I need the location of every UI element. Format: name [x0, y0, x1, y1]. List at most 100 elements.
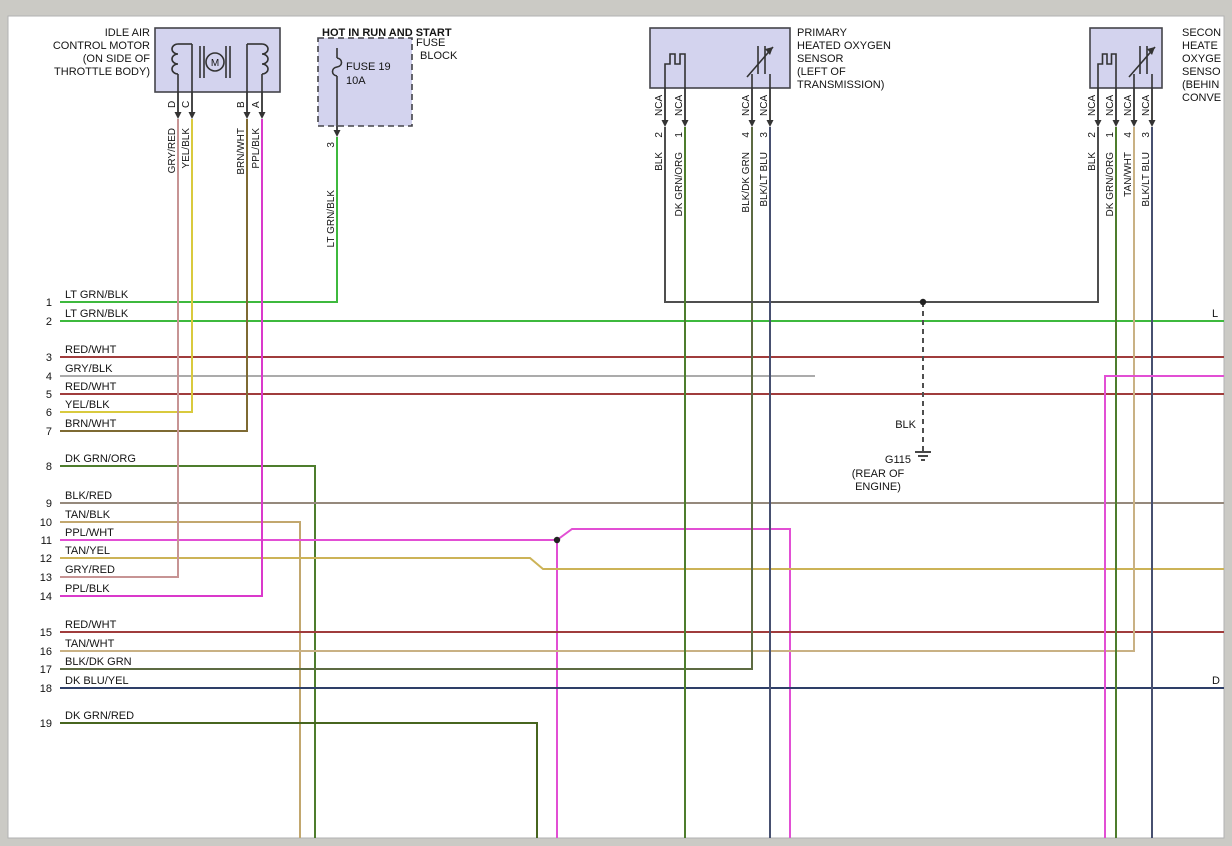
- row-wire-label: YEL/BLK: [65, 399, 110, 411]
- row-wire-label: LT GRN/BLK: [65, 308, 129, 320]
- row-number: 17: [40, 664, 52, 676]
- row-number: 11: [41, 535, 52, 547]
- fuse-block-side-label: FUSE: [416, 37, 445, 49]
- pin-number-label: 4: [741, 132, 752, 138]
- pin-letter-label: D: [167, 101, 178, 108]
- diagram-window: G115 BLK (REAR OFENGINE) IDLE AIRCONTROL MO…: [0, 0, 1232, 846]
- row-wire-label: RED/WHT: [65, 344, 117, 356]
- row-number: 6: [46, 407, 52, 419]
- row-wire-label: DK GRN/ORG: [65, 453, 136, 465]
- row-number: 15: [40, 627, 52, 639]
- primary-o2-title: TRANSMISSION): [797, 79, 884, 91]
- wire-color-label: TAN/WHT: [1123, 152, 1134, 197]
- row-number: 1: [46, 297, 52, 309]
- pin-number-label: 3: [1141, 132, 1152, 138]
- ground-note: ENGINE): [855, 481, 901, 493]
- row-number: 3: [46, 352, 52, 364]
- pin-nca-label: NCA: [654, 95, 665, 116]
- row-number: 16: [40, 646, 52, 658]
- row-number: 12: [40, 553, 52, 565]
- row-right-edge-label: L: [1212, 308, 1218, 320]
- wire-color-label: LT GRN/BLK: [326, 190, 337, 248]
- secondary-o2-title: OXYGE: [1182, 53, 1221, 65]
- primary-o2-title: HEATED OXYGEN: [797, 40, 891, 52]
- row-number: 8: [46, 461, 52, 473]
- pin-letter-label: A: [251, 101, 262, 108]
- pin-number-label: 3: [759, 132, 770, 138]
- fuse-block-side-label: BLOCK: [420, 50, 458, 62]
- secondary-o2-title: SECON: [1182, 27, 1221, 39]
- row-wire-label: BLK/RED: [65, 490, 112, 502]
- fuse-value-label: 10A: [346, 75, 366, 87]
- wire-color-label: GRY/RED: [167, 128, 178, 173]
- row-number: 13: [40, 572, 52, 584]
- ground-id-label: G115: [885, 454, 911, 466]
- row-number: 2: [46, 316, 52, 328]
- row-wire-label: PPL/BLK: [65, 583, 110, 595]
- pin-number-label: 2: [654, 132, 665, 138]
- wire-color-label: DK GRN/ORG: [674, 152, 685, 217]
- ground-wire-label: BLK: [895, 419, 916, 431]
- secondary-o2-title: (BEHIN: [1182, 79, 1219, 91]
- row-number: 10: [40, 517, 52, 529]
- pin-nca-label: NCA: [759, 95, 770, 116]
- pin-letter-label: C: [181, 101, 192, 108]
- row-wire-label: DK GRN/RED: [65, 710, 134, 722]
- primary-o2-title: SENSOR: [797, 53, 844, 65]
- row-number: 9: [46, 498, 52, 510]
- pin-number-label: 3: [326, 142, 337, 148]
- pin-number-label: 2: [1087, 132, 1098, 138]
- iac-title: IDLE AIR: [105, 27, 150, 39]
- row-number: 7: [46, 426, 52, 438]
- pin-nca-label: NCA: [674, 95, 685, 116]
- pin-nca-label: NCA: [1123, 95, 1134, 116]
- row-wire-label: TAN/WHT: [65, 638, 115, 650]
- pin-number-label: 4: [1123, 132, 1134, 138]
- primary-o2-box: [650, 28, 790, 88]
- row-wire-label: BLK/DK GRN: [65, 656, 132, 668]
- iac-title: THROTTLE BODY): [54, 66, 150, 78]
- primary-o2-title: (LEFT OF: [797, 66, 846, 78]
- pin-nca-label: NCA: [741, 95, 752, 116]
- wire-color-label: BLK/LT BLU: [1141, 152, 1152, 207]
- row-wire-label: RED/WHT: [65, 619, 117, 631]
- wire-color-label: DK GRN/ORG: [1105, 152, 1116, 217]
- wire-color-label: BLK: [1087, 152, 1098, 171]
- row-number: 14: [40, 591, 52, 603]
- row-wire-label: TAN/YEL: [65, 545, 110, 557]
- iac-title: CONTROL MOTOR: [53, 40, 150, 52]
- wire-color-label: PPL/BLK: [251, 128, 262, 169]
- row-number: 18: [40, 683, 52, 695]
- row-wire-label: GRY/RED: [65, 564, 115, 576]
- wiring-diagram-canvas: G115 BLK (REAR OFENGINE) IDLE AIRCONTROL MO…: [0, 0, 1232, 846]
- pin-number-label: 1: [674, 132, 685, 138]
- row-number: 4: [46, 371, 52, 383]
- ground-note: (REAR OF: [852, 468, 905, 480]
- row-wire-label: LT GRN/BLK: [65, 289, 129, 301]
- iac-title: (ON SIDE OF: [83, 53, 151, 65]
- junction-dot: [920, 299, 926, 305]
- iac-motor-letter: M: [211, 58, 219, 69]
- wire-color-label: BLK: [654, 152, 665, 171]
- secondary-o2-title: CONVE: [1182, 92, 1221, 104]
- row-wire-label: BRN/WHT: [65, 418, 117, 430]
- wire-color-label: BRN/WHT: [236, 128, 247, 175]
- pin-nca-label: NCA: [1141, 95, 1152, 116]
- pin-letter-label: B: [236, 101, 247, 108]
- wire-color-label: YEL/BLK: [181, 128, 192, 169]
- junction-dot: [554, 537, 560, 543]
- pin-nca-label: NCA: [1087, 95, 1098, 116]
- wire-color-label: BLK/LT BLU: [759, 152, 770, 207]
- pin-number-label: 1: [1105, 132, 1116, 138]
- row-number: 19: [40, 718, 52, 730]
- fuse-value-label: FUSE 19: [346, 61, 391, 73]
- secondary-o2-title: HEATE: [1182, 40, 1218, 52]
- row-number: 5: [46, 389, 52, 401]
- row-wire-label: GRY/BLK: [65, 363, 113, 375]
- row-wire-label: RED/WHT: [65, 381, 117, 393]
- row-right-edge-label: D: [1212, 675, 1220, 687]
- secondary-o2-title: SENSO: [1182, 66, 1221, 78]
- wire-color-label: BLK/DK GRN: [741, 152, 752, 213]
- row-wire-label: PPL/WHT: [65, 527, 114, 539]
- pin-nca-label: NCA: [1105, 95, 1116, 116]
